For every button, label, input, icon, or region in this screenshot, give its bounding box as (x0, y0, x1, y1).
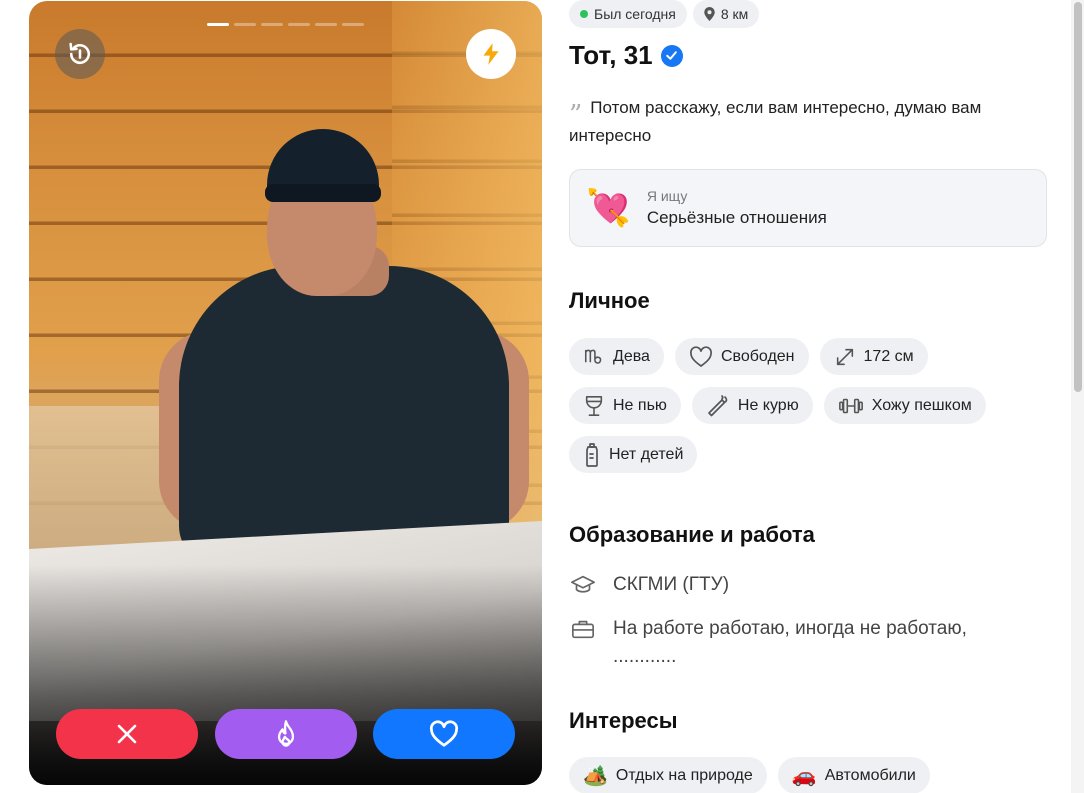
tag-smoking: Не курю (691, 387, 813, 424)
distance-text: 8 км (720, 6, 749, 22)
location-pin-icon (704, 7, 715, 21)
looking-for-value: Серьёзные отношения (646, 208, 827, 227)
dislike-button[interactable] (56, 709, 198, 759)
personal-tags: Дева Свободен 172 см Не пью Не курю Хожу… (569, 338, 986, 473)
tag-relationship-status: Свободен (674, 338, 809, 375)
graduation-cap-icon (569, 571, 596, 599)
camping-icon: 🏕️ (583, 765, 608, 787)
close-icon (117, 724, 137, 744)
photo-progress-dash[interactable] (207, 23, 229, 26)
tag-label: Не курю (737, 396, 799, 414)
interest-tags: 🏕️ Отдых на природе 🚗 Автомобили (569, 757, 930, 793)
distance-chip: 8 км (692, 0, 760, 28)
looking-for-text: Я ищу Серьёзные отношения (647, 188, 827, 228)
tag-alcohol: Не пью (569, 387, 681, 424)
tag-zodiac: Дева (569, 338, 664, 375)
like-button[interactable] (373, 709, 515, 759)
status-chips: Был сегодня 8 км (569, 0, 760, 28)
education-row: СКГМИ (ГТУ) (569, 571, 1049, 599)
interest-tag-nature: 🏕️ Отдых на природе (569, 757, 767, 793)
wine-glass-icon (585, 395, 603, 416)
interest-tag-cars: 🚗 Автомобили (777, 757, 930, 793)
last-seen-text: Был сегодня (594, 6, 676, 22)
online-dot-icon (580, 10, 588, 18)
tag-label: Не пью (613, 396, 667, 414)
tag-label: Отдых на природе (615, 766, 753, 784)
boost-button[interactable] (466, 29, 516, 79)
dumbbell-icon (838, 398, 863, 413)
tag-label: Хожу пешком (871, 396, 972, 414)
photo-progress-dash[interactable] (342, 23, 364, 26)
height-arrows-icon (836, 348, 853, 365)
virgo-icon (584, 349, 602, 364)
photo-progress-dash[interactable] (315, 23, 337, 26)
photo-progress-dash[interactable] (261, 23, 283, 26)
interest-tags-row-1: 🏕️ Отдых на природе 🚗 Автомобили (569, 757, 930, 793)
tag-label: Автомобили (824, 766, 916, 784)
page-scrollbar[interactable] (1071, 0, 1084, 793)
heart-icon (429, 720, 459, 747)
tag-sport: Хожу пешком (823, 387, 986, 424)
looking-for-label: Я ищу (646, 188, 688, 204)
superlike-button[interactable] (215, 709, 357, 759)
tag-label: 172 см (863, 347, 914, 365)
lightning-icon (483, 43, 499, 65)
photo-progress-dash[interactable] (288, 23, 310, 26)
profile-name-age: Тот, 31 (569, 40, 653, 70)
profile-bio: ” Потом расскажу, если вам интересно, дум… (569, 94, 1039, 150)
photo-person-torso (179, 266, 509, 566)
scrollbar-thumb[interactable] (1074, 2, 1082, 392)
tag-children: Нет детей (569, 436, 698, 473)
tag-label: Дева (613, 347, 650, 365)
interests-section-title: Интересы (569, 708, 678, 733)
personal-tags-row-1: Дева Свободен 172 см (569, 338, 986, 375)
personal-tags-row-3: Нет детей (569, 436, 986, 473)
baby-bottle-icon (586, 442, 598, 467)
tag-label: Нет детей (609, 445, 684, 463)
tag-label: Свободен (720, 347, 795, 365)
undo-button[interactable] (55, 29, 105, 79)
education-text: СКГМИ (ГТУ) (613, 574, 730, 595)
tag-height: 172 см (819, 338, 928, 375)
heart-arrow-icon: 💘 (586, 187, 631, 228)
work-row: На работе работаю, иногда не работаю, ..… (569, 615, 1049, 671)
heart-outline-icon (690, 345, 712, 367)
profile-screen: Был сегодня 8 км Тот, 31 ” Потом расскажу… (0, 0, 1084, 793)
photo-person-cap-brim (265, 184, 381, 202)
photo-progress-dash[interactable] (234, 23, 256, 26)
profile-header: Тот, 31 (569, 40, 683, 71)
undo-icon (69, 42, 90, 65)
flame-icon (277, 720, 295, 747)
photo-progress-dashes (207, 23, 364, 26)
car-icon: 🚗 (791, 765, 817, 787)
looking-for-card: 💘 Я ищу Серьёзные отношения (569, 169, 1047, 247)
cigarette-icon (708, 394, 728, 416)
personal-tags-row-2: Не пью Не курю Хожу пешком (569, 387, 986, 424)
education-work-section-title: Образование и работа (569, 522, 815, 547)
briefcase-icon (569, 615, 596, 643)
profile-bio-text: Потом расскажу, если вам интересно, дума… (569, 98, 982, 145)
verified-badge-icon (660, 44, 683, 67)
work-text: На работе работаю, иногда не работаю, ..… (613, 618, 967, 667)
personal-section-title: Личное (569, 288, 650, 313)
profile-photo-card[interactable] (29, 1, 542, 785)
last-seen-chip: Был сегодня (569, 0, 687, 28)
